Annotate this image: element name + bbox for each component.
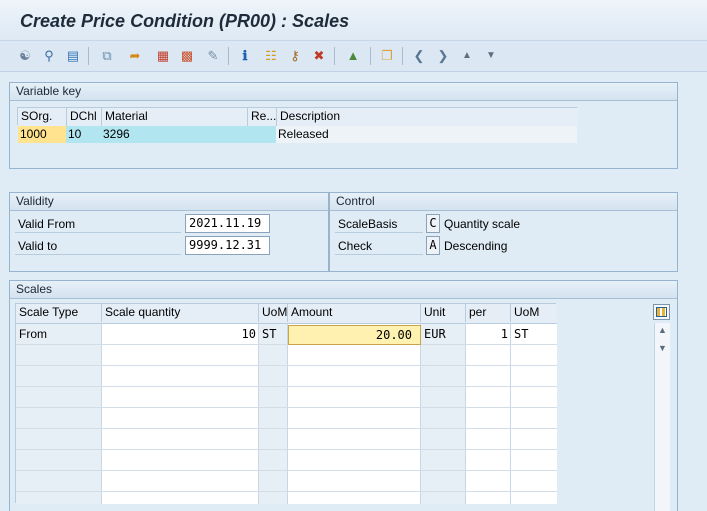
scales-group: Scales Scale Type Scale quantity UoM Amo…: [9, 280, 678, 511]
unit-cell[interactable]: EUR: [422, 326, 465, 343]
material-cell[interactable]: 3296: [101, 126, 247, 143]
column-header-scale-type[interactable]: Scale Type: [16, 304, 102, 322]
toolbar-separator: [88, 47, 89, 65]
column-header-per[interactable]: per: [466, 304, 511, 322]
scale-quantity-cell[interactable]: 10: [103, 326, 258, 343]
scales-column-header-row: Scale Type Scale quantity UoM Amount Uni…: [16, 304, 557, 324]
per-cell[interactable]: 1: [467, 326, 510, 343]
uom-2-cell[interactable]: ST: [512, 326, 556, 343]
where-used-icon[interactable]: ⚲: [40, 47, 58, 65]
export-icon[interactable]: ➦: [126, 47, 144, 65]
column-header-sorg[interactable]: SOrg.: [18, 108, 67, 126]
column-header-material[interactable]: Material: [102, 108, 248, 126]
title-bar: Create Price Condition (PR00) : Scales: [0, 0, 707, 41]
variable-key-row[interactable]: 1000 10 3296 Released: [17, 125, 577, 144]
new-window-icon[interactable]: ❐: [378, 47, 396, 65]
scale-basis-text: Quantity scale: [444, 217, 521, 231]
column-header-uom[interactable]: UoM: [259, 304, 288, 322]
copy-icon[interactable]: ⧉: [98, 47, 116, 65]
hierarchy-icon[interactable]: ☷: [262, 47, 280, 65]
scale-type-cell: From: [19, 327, 47, 341]
calendar-icon[interactable]: ▦: [154, 47, 172, 65]
delete-icon[interactable]: ✖: [310, 47, 328, 65]
toolbar-separator: [228, 47, 229, 65]
info-icon[interactable]: ℹ: [236, 47, 254, 65]
table-row[interactable]: [16, 450, 557, 471]
table-scrollbar[interactable]: ▲ ▼: [654, 323, 670, 511]
valid-from-label: Valid From: [15, 215, 181, 233]
scroll-down-icon[interactable]: ▼: [658, 343, 667, 353]
control-group: Control ScaleBasis C Quantity scale Chec…: [329, 192, 678, 272]
uom-cell[interactable]: ST: [260, 326, 287, 343]
next-page-icon[interactable]: ❯: [434, 47, 452, 65]
down-arrow-icon[interactable]: ▼: [482, 47, 500, 65]
prev-page-icon[interactable]: ❮: [410, 47, 428, 65]
up-arrow-icon[interactable]: ▲: [458, 47, 476, 65]
dchl-cell[interactable]: 10: [66, 126, 101, 143]
variable-key-header: Variable key: [10, 83, 677, 101]
check-text: Descending: [444, 239, 508, 253]
scale-basis-label: ScaleBasis: [335, 215, 423, 233]
amount-cell[interactable]: 20.00: [288, 325, 421, 345]
table-row[interactable]: [16, 366, 557, 387]
table-row[interactable]: [16, 387, 557, 408]
table-row[interactable]: [16, 429, 557, 450]
table-settings-icon[interactable]: [653, 304, 670, 320]
scroll-up-icon[interactable]: ▲: [658, 325, 667, 335]
display-change-icon[interactable]: ☯: [16, 47, 34, 65]
column-header-re[interactable]: Re...: [248, 108, 277, 126]
toolbar-separator: [334, 47, 335, 65]
window-title: Create Price Condition (PR00) : Scales: [20, 11, 350, 31]
edit-icon[interactable]: ✎: [204, 47, 222, 65]
application-toolbar: ☯ ⚲ ▤ ⧉ ➦ ▦ ▩ ✎ ℹ ☷ ⚷ ✖ ▲ ❐ ❮ ❯ ▲ ▼: [0, 41, 707, 72]
table-row[interactable]: [16, 471, 557, 492]
table-row[interactable]: [16, 408, 557, 429]
column-header-scale-quantity[interactable]: Scale quantity: [102, 304, 259, 322]
sorg-cell[interactable]: 1000: [18, 126, 66, 143]
check-label: Check: [335, 237, 423, 255]
validity-group: Validity Valid From 2021.11.19 Valid to …: [9, 192, 329, 272]
column-header-unit[interactable]: Unit: [421, 304, 466, 322]
toolbar-separator: [370, 47, 371, 65]
column-header-description[interactable]: Description: [277, 108, 578, 126]
column-header-dchl[interactable]: DChl: [67, 108, 102, 126]
toolbar-separator: [402, 47, 403, 65]
gift-icon[interactable]: ▩: [178, 47, 196, 65]
table-row[interactable]: [16, 345, 557, 366]
valid-from-field[interactable]: 2021.11.19: [185, 214, 270, 233]
scale-basis-code[interactable]: C: [426, 214, 440, 233]
check-code[interactable]: A: [426, 236, 440, 255]
valid-to-label: Valid to: [15, 237, 181, 255]
column-header-amount[interactable]: Amount: [288, 304, 421, 322]
control-header: Control: [330, 193, 677, 211]
validity-header: Validity: [10, 193, 328, 211]
variable-key-column-header-row: SOrg. DChl Material Re... Description: [17, 107, 578, 126]
scales-table: Scale Type Scale quantity UoM Amount Uni…: [15, 303, 557, 504]
column-header-uom-2[interactable]: UoM: [511, 304, 557, 322]
key-icon[interactable]: ⚷: [286, 47, 304, 65]
scales-header: Scales: [10, 281, 677, 299]
valid-to-field[interactable]: 9999.12.31: [185, 236, 270, 255]
re-cell[interactable]: [247, 126, 276, 143]
description-cell: Released: [276, 126, 577, 143]
variable-key-group: Variable key SOrg. DChl Material Re... D…: [9, 82, 678, 169]
mountain-icon[interactable]: ▲: [344, 47, 362, 65]
condition-info-icon[interactable]: ▤: [64, 47, 82, 65]
